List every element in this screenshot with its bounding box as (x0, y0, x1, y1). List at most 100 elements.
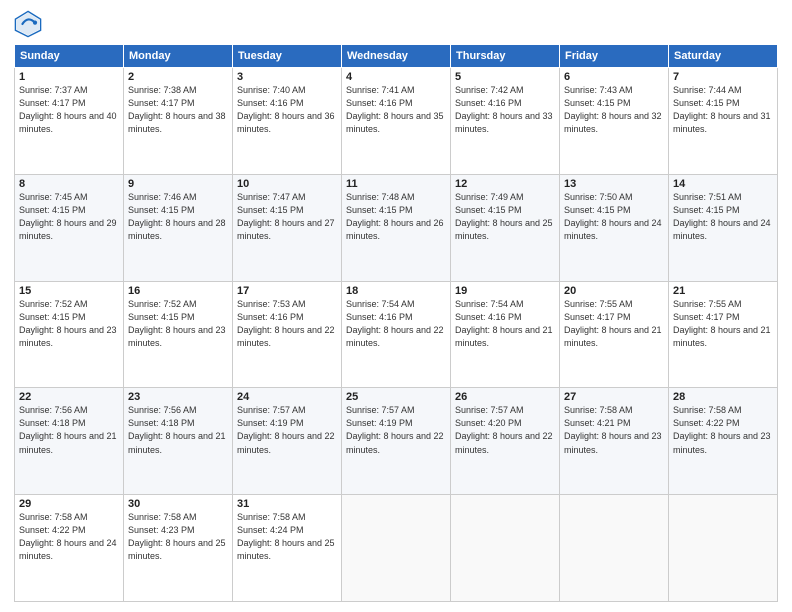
calendar-cell: 19 Sunrise: 7:54 AMSunset: 4:16 PMDayligh… (451, 281, 560, 388)
calendar-body: 1 Sunrise: 7:37 AMSunset: 4:17 PMDaylight… (15, 68, 778, 602)
day-detail: Sunrise: 7:40 AMSunset: 4:16 PMDaylight:… (237, 85, 335, 134)
calendar-cell: 12Sunrise: 7:49 AMSunset: 4:15 PMDayligh… (451, 174, 560, 281)
day-detail: Sunrise: 7:58 AMSunset: 4:24 PMDaylight:… (237, 512, 335, 561)
calendar-cell: 16 Sunrise: 7:52 AMSunset: 4:15 PMDayligh… (124, 281, 233, 388)
day-number: 3 (237, 71, 337, 83)
page: SundayMondayTuesdayWednesdayThursdayFrid… (0, 0, 792, 612)
day-detail: Sunrise: 7:48 AMSunset: 4:15 PMDaylight:… (346, 192, 444, 241)
calendar-cell: 1 Sunrise: 7:37 AMSunset: 4:17 PMDaylight… (15, 68, 124, 175)
calendar-cell: 2Sunrise: 7:38 AMSunset: 4:17 PMDaylight… (124, 68, 233, 175)
calendar-cell: 26 Sunrise: 7:57 AMSunset: 4:20 PMDayligh… (451, 388, 560, 495)
day-number: 15 (19, 285, 119, 297)
day-detail: Sunrise: 7:51 AMSunset: 4:15 PMDaylight:… (673, 192, 771, 241)
day-detail: Sunrise: 7:58 AMSunset: 4:22 PMDaylight:… (673, 405, 771, 454)
day-number: 26 (455, 391, 555, 403)
day-detail: Sunrise: 7:53 AMSunset: 4:16 PMDaylight:… (237, 299, 335, 348)
calendar-cell: 5Sunrise: 7:42 AMSunset: 4:16 PMDaylight… (451, 68, 560, 175)
calendar-cell: 10 Sunrise: 7:47 AMSunset: 4:15 PMDayligh… (233, 174, 342, 281)
day-detail: Sunrise: 7:44 AMSunset: 4:15 PMDaylight:… (673, 85, 771, 134)
calendar-cell: 9Sunrise: 7:46 AMSunset: 4:15 PMDaylight… (124, 174, 233, 281)
calendar-cell: 28 Sunrise: 7:58 AMSunset: 4:22 PMDayligh… (669, 388, 778, 495)
day-number: 9 (128, 178, 228, 190)
day-detail: Sunrise: 7:56 AMSunset: 4:18 PMDaylight:… (19, 405, 117, 454)
calendar-cell: 8 Sunrise: 7:45 AMSunset: 4:15 PMDaylight… (15, 174, 124, 281)
calendar-cell (669, 495, 778, 602)
day-number: 31 (237, 498, 337, 510)
day-of-week-row: SundayMondayTuesdayWednesdayThursdayFrid… (15, 45, 778, 68)
dow-header-saturday: Saturday (669, 45, 778, 68)
day-detail: Sunrise: 7:58 AMSunset: 4:22 PMDaylight:… (19, 512, 117, 561)
calendar-table: SundayMondayTuesdayWednesdayThursdayFrid… (14, 44, 778, 602)
week-row-3: 15 Sunrise: 7:52 AMSunset: 4:15 PMDayligh… (15, 281, 778, 388)
day-number: 21 (673, 285, 773, 297)
day-detail: Sunrise: 7:54 AMSunset: 4:16 PMDaylight:… (346, 299, 444, 348)
day-number: 10 (237, 178, 337, 190)
calendar-cell: 23 Sunrise: 7:56 AMSunset: 4:18 PMDayligh… (124, 388, 233, 495)
day-number: 25 (346, 391, 446, 403)
logo-icon (14, 10, 42, 38)
day-detail: Sunrise: 7:45 AMSunset: 4:15 PMDaylight:… (19, 192, 117, 241)
day-number: 22 (19, 391, 119, 403)
calendar-cell: 14 Sunrise: 7:51 AMSunset: 4:15 PMDayligh… (669, 174, 778, 281)
calendar-cell: 7 Sunrise: 7:44 AMSunset: 4:15 PMDaylight… (669, 68, 778, 175)
dow-header-wednesday: Wednesday (342, 45, 451, 68)
calendar-cell: 11Sunrise: 7:48 AMSunset: 4:15 PMDayligh… (342, 174, 451, 281)
day-number: 20 (564, 285, 664, 297)
calendar-cell (451, 495, 560, 602)
day-detail: Sunrise: 7:57 AMSunset: 4:19 PMDaylight:… (346, 405, 444, 454)
dow-header-friday: Friday (560, 45, 669, 68)
day-detail: Sunrise: 7:55 AMSunset: 4:17 PMDaylight:… (564, 299, 662, 348)
calendar-cell: 18 Sunrise: 7:54 AMSunset: 4:16 PMDayligh… (342, 281, 451, 388)
day-number: 13 (564, 178, 664, 190)
day-detail: Sunrise: 7:55 AMSunset: 4:17 PMDaylight:… (673, 299, 771, 348)
day-number: 24 (237, 391, 337, 403)
day-detail: Sunrise: 7:47 AMSunset: 4:15 PMDaylight:… (237, 192, 335, 241)
day-number: 7 (673, 71, 773, 83)
day-detail: Sunrise: 7:50 AMSunset: 4:15 PMDaylight:… (564, 192, 662, 241)
day-detail: Sunrise: 7:49 AMSunset: 4:15 PMDaylight:… (455, 192, 553, 241)
calendar-cell: 17 Sunrise: 7:53 AMSunset: 4:16 PMDayligh… (233, 281, 342, 388)
calendar-cell: 13 Sunrise: 7:50 AMSunset: 4:15 PMDayligh… (560, 174, 669, 281)
day-number: 1 (19, 71, 119, 83)
day-number: 23 (128, 391, 228, 403)
day-number: 14 (673, 178, 773, 190)
day-detail: Sunrise: 7:56 AMSunset: 4:18 PMDaylight:… (128, 405, 226, 454)
week-row-4: 22 Sunrise: 7:56 AMSunset: 4:18 PMDayligh… (15, 388, 778, 495)
day-number: 16 (128, 285, 228, 297)
dow-header-tuesday: Tuesday (233, 45, 342, 68)
day-number: 18 (346, 285, 446, 297)
header (14, 10, 778, 38)
calendar-cell: 4Sunrise: 7:41 AMSunset: 4:16 PMDaylight… (342, 68, 451, 175)
day-number: 17 (237, 285, 337, 297)
calendar-cell: 27 Sunrise: 7:58 AMSunset: 4:21 PMDayligh… (560, 388, 669, 495)
day-detail: Sunrise: 7:58 AMSunset: 4:23 PMDaylight:… (128, 512, 226, 561)
calendar-cell: 31 Sunrise: 7:58 AMSunset: 4:24 PMDayligh… (233, 495, 342, 602)
day-detail: Sunrise: 7:58 AMSunset: 4:21 PMDaylight:… (564, 405, 662, 454)
calendar-cell: 3 Sunrise: 7:40 AMSunset: 4:16 PMDaylight… (233, 68, 342, 175)
day-detail: Sunrise: 7:52 AMSunset: 4:15 PMDaylight:… (19, 299, 117, 348)
day-number: 27 (564, 391, 664, 403)
day-detail: Sunrise: 7:38 AMSunset: 4:17 PMDaylight:… (128, 85, 226, 134)
calendar-cell: 22 Sunrise: 7:56 AMSunset: 4:18 PMDayligh… (15, 388, 124, 495)
day-number: 8 (19, 178, 119, 190)
dow-header-monday: Monday (124, 45, 233, 68)
day-detail: Sunrise: 7:37 AMSunset: 4:17 PMDaylight:… (19, 85, 117, 134)
calendar-cell: 6 Sunrise: 7:43 AMSunset: 4:15 PMDaylight… (560, 68, 669, 175)
day-detail: Sunrise: 7:52 AMSunset: 4:15 PMDaylight:… (128, 299, 226, 348)
calendar-cell: 29 Sunrise: 7:58 AMSunset: 4:22 PMDayligh… (15, 495, 124, 602)
calendar-cell (560, 495, 669, 602)
calendar-cell: 15 Sunrise: 7:52 AMSunset: 4:15 PMDayligh… (15, 281, 124, 388)
calendar-cell: 25 Sunrise: 7:57 AMSunset: 4:19 PMDayligh… (342, 388, 451, 495)
day-number: 29 (19, 498, 119, 510)
calendar-cell: 21 Sunrise: 7:55 AMSunset: 4:17 PMDayligh… (669, 281, 778, 388)
day-detail: Sunrise: 7:57 AMSunset: 4:20 PMDaylight:… (455, 405, 553, 454)
dow-header-thursday: Thursday (451, 45, 560, 68)
week-row-5: 29 Sunrise: 7:58 AMSunset: 4:22 PMDayligh… (15, 495, 778, 602)
day-detail: Sunrise: 7:54 AMSunset: 4:16 PMDaylight:… (455, 299, 553, 348)
day-number: 6 (564, 71, 664, 83)
day-detail: Sunrise: 7:43 AMSunset: 4:15 PMDaylight:… (564, 85, 662, 134)
day-number: 19 (455, 285, 555, 297)
day-number: 28 (673, 391, 773, 403)
day-detail: Sunrise: 7:57 AMSunset: 4:19 PMDaylight:… (237, 405, 335, 454)
day-detail: Sunrise: 7:42 AMSunset: 4:16 PMDaylight:… (455, 85, 553, 134)
